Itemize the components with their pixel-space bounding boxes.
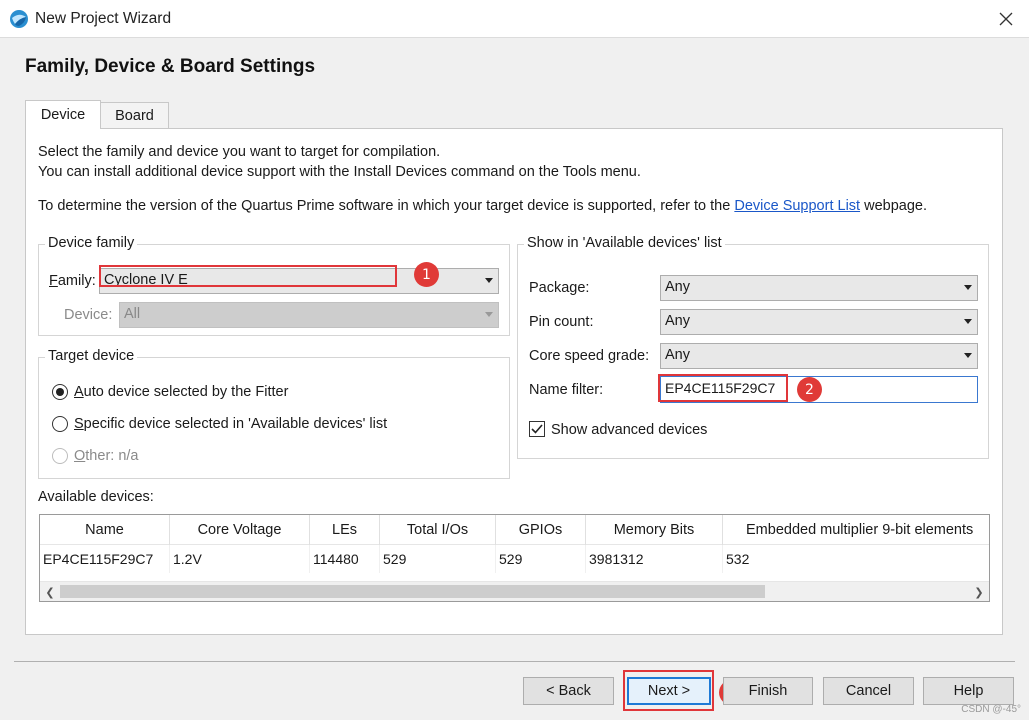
target-device-group-title: Target device (45, 348, 138, 364)
other-device-radio (52, 448, 68, 464)
finish-button-label: Finish (748, 683, 788, 699)
family-select-value: Cyclone IV E (104, 272, 188, 288)
column-header-memory-bits[interactable]: Memory Bits (586, 515, 723, 545)
quartus-app-icon (10, 10, 28, 28)
device-support-list-link[interactable]: Device Support List (734, 198, 860, 214)
scroll-right-icon[interactable]: ❯ (969, 582, 989, 602)
package-select[interactable]: Any (660, 275, 978, 301)
name-filter-label: Name filter: (529, 382, 604, 398)
other-device-text: ther: n/a (85, 448, 139, 464)
tab-device[interactable]: Device (25, 100, 101, 129)
device-label-post: : (108, 307, 113, 323)
finish-button[interactable]: Finish (723, 677, 813, 705)
specific-device-radio[interactable] (52, 416, 68, 432)
column-header-total-ios[interactable]: Total I/Os (380, 515, 496, 545)
annotation-badge-2: 2 (797, 377, 822, 402)
package-select-value: Any (665, 279, 690, 295)
column-header-multiplier[interactable]: Embedded multiplier 9-bit elements (723, 515, 989, 545)
show-advanced-label[interactable]: Show advanced devices (551, 422, 707, 438)
column-header-gpios[interactable]: GPIOs (496, 515, 586, 545)
instruction-line-3-suffix: webpage. (860, 198, 927, 214)
family-label-post: amily: (57, 273, 96, 289)
chevron-down-icon (964, 319, 972, 324)
annotation-badge-1: 1 (414, 262, 439, 287)
window-title: New Project Wizard (35, 10, 172, 27)
instruction-line-3: To determine the version of the Quartus … (38, 198, 927, 214)
show-available-group-title: Show in 'Available devices' list (524, 235, 725, 251)
device-select: All (119, 302, 499, 328)
instruction-line-3-text: To determine the version of the Quartus … (38, 198, 735, 214)
pin-count-select[interactable]: Any (660, 309, 978, 335)
column-header-core-voltage[interactable]: Core Voltage (170, 515, 310, 545)
cancel-button[interactable]: Cancel (823, 677, 914, 705)
cell-les: 114480 (310, 545, 380, 573)
close-icon (999, 12, 1013, 26)
page-title: Family, Device & Board Settings (25, 56, 316, 77)
watermark: CSDN @-45° (961, 704, 1021, 715)
device-family-group-title: Device family (45, 235, 138, 251)
auto-device-radio[interactable] (52, 384, 68, 400)
footer-separator (14, 661, 1015, 662)
cell-total-ios: 529 (380, 545, 496, 573)
scroll-left-icon[interactable]: ❮ (40, 582, 60, 602)
chevron-down-icon (485, 312, 493, 317)
column-header-les[interactable]: LEs (310, 515, 380, 545)
column-header-name[interactable]: Name (40, 515, 170, 545)
table-row[interactable]: EP4CE115F29C7 1.2V 114480 529 529 398131… (40, 545, 989, 573)
close-button[interactable] (983, 0, 1029, 38)
show-advanced-checkbox[interactable] (529, 421, 545, 437)
scrollbar-thumb[interactable] (60, 585, 765, 598)
speed-grade-label: Core speed grade: (529, 348, 650, 364)
show-available-group: Show in 'Available devices' list Package… (517, 235, 989, 459)
package-label: Package: (529, 280, 590, 296)
help-button[interactable]: Help (923, 677, 1014, 705)
device-label: Device: (64, 307, 112, 323)
tab-board[interactable]: Board (101, 102, 169, 129)
help-button-label: Help (953, 683, 984, 699)
next-button-label: Next > (647, 683, 691, 699)
other-device-label: Other: n/a (74, 448, 138, 464)
specific-device-mnemonic: S (74, 416, 84, 432)
pin-count-select-value: Any (665, 313, 690, 329)
speed-grade-select-value: Any (665, 347, 690, 363)
back-button-label: < Back (546, 683, 591, 699)
horizontal-scrollbar[interactable]: ❮ ❯ (40, 581, 989, 601)
instruction-line-2: You can install additional device suppor… (38, 164, 641, 180)
available-devices-table[interactable]: Name Core Voltage LEs Total I/Os GPIOs M… (39, 514, 990, 602)
pin-count-label: Pin count: (529, 314, 594, 330)
family-label-mnemonic: F (49, 273, 58, 289)
title-bar: New Project Wizard (0, 0, 1029, 38)
specific-device-text: pecific device selected in 'Available de… (83, 416, 388, 432)
cell-core-voltage: 1.2V (170, 545, 310, 573)
device-tab-panel: Select the family and device you want to… (25, 128, 1003, 635)
auto-device-mnemonic: A (74, 384, 84, 400)
cell-gpios: 529 (496, 545, 586, 573)
cell-multiplier: 532 (726, 551, 750, 567)
checkmark-icon (531, 424, 543, 434)
auto-device-label[interactable]: Auto device selected by the Fitter (74, 384, 288, 400)
chevron-down-icon (964, 353, 972, 358)
cancel-button-label: Cancel (845, 683, 892, 699)
device-label-pre: Device (64, 307, 109, 323)
device-family-group: Device family Family: Cyclone IV E Devic… (38, 235, 510, 336)
target-device-group: Target device Auto device selected by th… (38, 348, 510, 479)
family-label: Family: (49, 273, 96, 289)
next-button[interactable]: Next > (627, 677, 711, 705)
speed-grade-select[interactable]: Any (660, 343, 978, 369)
other-device-mnemonic: O (74, 448, 86, 464)
family-select[interactable]: Cyclone IV E (99, 268, 499, 294)
available-devices-label: Available devices: (38, 489, 154, 505)
instruction-line-1: Select the family and device you want to… (38, 144, 441, 160)
table-header: Name Core Voltage LEs Total I/Os GPIOs M… (40, 515, 989, 545)
chevron-down-icon (485, 278, 493, 283)
chevron-down-icon (964, 285, 972, 290)
cell-name: EP4CE115F29C7 (40, 545, 170, 573)
auto-device-text: uto device selected by the Fitter (83, 384, 289, 400)
cell-memory-bits: 3981312 (586, 545, 723, 573)
device-select-value: All (124, 306, 141, 322)
back-button[interactable]: < Back (523, 677, 614, 705)
specific-device-label[interactable]: Specific device selected in 'Available d… (74, 416, 387, 432)
